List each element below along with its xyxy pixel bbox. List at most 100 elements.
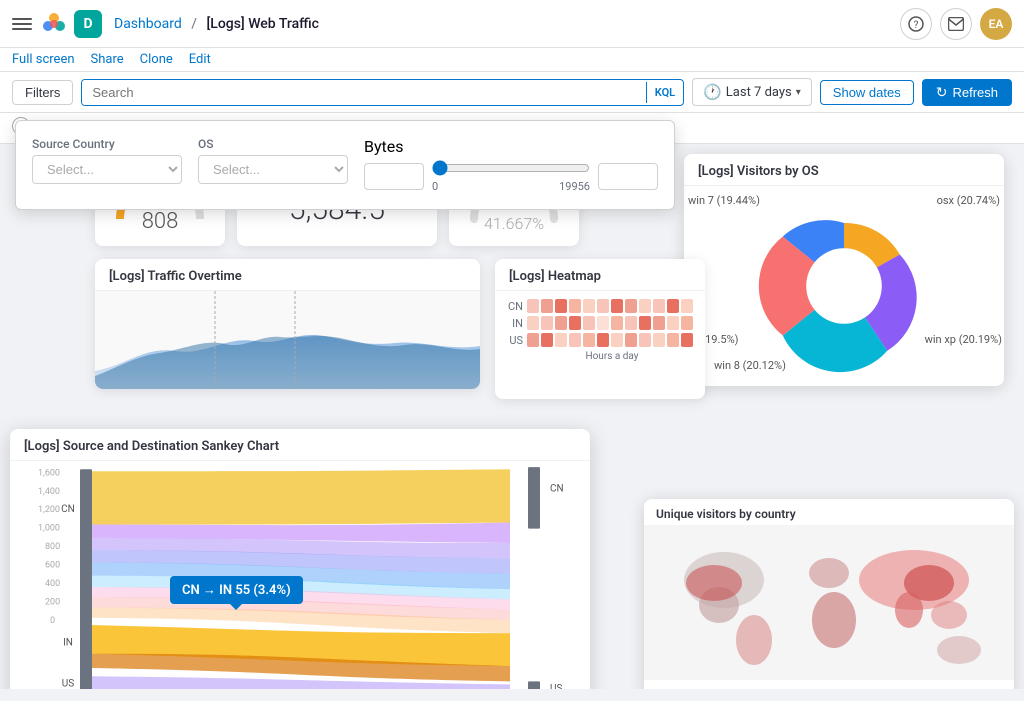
- os-label-osx: osx (20.74%): [937, 194, 1000, 207]
- os-field: OS Select...: [198, 137, 348, 184]
- sankey-title: [Logs] Source and Destination Sankey Cha…: [10, 429, 590, 461]
- svg-text:1,400: 1,400: [38, 487, 60, 497]
- heatmap-cell: [681, 333, 693, 347]
- filter-dropdown: Source Country Select... OS Select... By…: [15, 120, 675, 210]
- heatmap-cell: [569, 316, 581, 330]
- svg-text:800: 800: [45, 542, 60, 552]
- time-picker[interactable]: 🕐 Last 7 days ▾: [692, 78, 812, 106]
- traffic-chart-svg: [95, 291, 480, 389]
- heatmap-label-us: US: [507, 334, 523, 347]
- heatmap-row-in: IN: [507, 316, 693, 330]
- filter-fields-row: Source Country Select... OS Select... By…: [32, 137, 658, 193]
- gauge-percent-value: 41.667%: [484, 214, 544, 233]
- bytes-min-input[interactable]: [364, 163, 424, 190]
- app-icon[interactable]: D: [74, 10, 102, 38]
- donut-chart-svg: [744, 196, 944, 376]
- clock-icon: 🕐: [703, 83, 722, 101]
- mail-icon[interactable]: [940, 8, 972, 40]
- heatmap-cell: [583, 299, 595, 313]
- heatmap-cell: [639, 299, 651, 313]
- heatmap-label-cn: CN: [507, 300, 523, 313]
- heatmap-cell: [625, 316, 637, 330]
- heatmap-cell: [639, 316, 651, 330]
- heatmap-cell: [625, 333, 637, 347]
- kql-badge[interactable]: KQL: [646, 82, 683, 103]
- heatmap-cell: [597, 316, 609, 330]
- heatmap-row-us: US: [507, 333, 693, 347]
- heatmap-grid: CN IN: [495, 291, 705, 370]
- source-country-label: Source Country: [32, 137, 182, 151]
- heatmap-cell: [653, 333, 665, 347]
- heatmap-cell: [667, 299, 679, 313]
- avatar[interactable]: EA: [980, 8, 1012, 40]
- breadcrumb: Dashboard / [Logs] Web Traffic: [114, 16, 900, 32]
- bytes-max-input[interactable]: [598, 163, 658, 190]
- sankey-panel: [Logs] Source and Destination Sankey Cha…: [10, 429, 590, 689]
- heatmap-cell: [639, 333, 651, 347]
- heatmap-cell: [555, 333, 567, 347]
- os-select[interactable]: Select...: [198, 155, 348, 184]
- heatmap-cell: [583, 333, 595, 347]
- os-label-winxp: win xp (20.19%): [925, 333, 1002, 346]
- clone-link[interactable]: Clone: [140, 52, 173, 67]
- heatmap-cell: [527, 316, 539, 330]
- heatmap-row-cn: CN: [507, 299, 693, 313]
- heatmap-cell: [569, 299, 581, 313]
- heatmap-label-in: IN: [507, 317, 523, 330]
- sankey-chart-svg: 1,600 1,400 1,200 1,000 800 600 400 200 …: [10, 461, 590, 689]
- heatmap-cell: [625, 299, 637, 313]
- traffic-panel-title: [Logs] Traffic Overtime: [95, 259, 480, 291]
- svg-text:400: 400: [45, 579, 60, 589]
- search-input[interactable]: [82, 80, 645, 105]
- heatmap-cells-in: [527, 316, 693, 330]
- heatmap-cell: [653, 316, 665, 330]
- filters-button[interactable]: Filters: [12, 80, 73, 105]
- heatmap-cell: [541, 333, 553, 347]
- heatmap-cell: [667, 333, 679, 347]
- edit-link[interactable]: Edit: [189, 52, 211, 67]
- nav-icons: ? EA: [900, 8, 1012, 40]
- heatmap-title: [Logs] Heatmap: [495, 259, 705, 291]
- heatmap-cell: [541, 299, 553, 313]
- svg-text:0: 0: [50, 616, 55, 626]
- heatmap-cell: [611, 299, 623, 313]
- menu-icon[interactable]: [12, 14, 32, 34]
- chevron-down-icon: ▾: [796, 87, 801, 98]
- os-label-win8: win 8 (20.12%): [714, 359, 786, 372]
- heatmap-cell: [555, 299, 567, 313]
- svg-text:200: 200: [45, 597, 60, 607]
- heatmap-cells-cn: [527, 299, 693, 313]
- heatmap-cell: [555, 316, 567, 330]
- gauge-808-value: 808: [142, 209, 179, 234]
- heatmap-cell: [597, 299, 609, 313]
- share-link[interactable]: Share: [91, 52, 124, 67]
- svg-text:1,000: 1,000: [38, 524, 60, 534]
- svg-text:US: US: [62, 678, 74, 689]
- heatmap-cell: [667, 316, 679, 330]
- show-dates-button[interactable]: Show dates: [820, 80, 914, 105]
- fullscreen-link[interactable]: Full screen: [12, 52, 75, 67]
- source-country-select[interactable]: Select...: [32, 155, 182, 184]
- donut-container: win 7 (19.44%) osx (20.74%) win xp (20.1…: [684, 186, 1004, 386]
- svg-text:600: 600: [45, 561, 60, 571]
- svg-text:CN: CN: [61, 504, 75, 515]
- heatmap-cell: [583, 316, 595, 330]
- help-icon[interactable]: ?: [900, 8, 932, 40]
- refresh-button[interactable]: ↻ Refresh: [922, 79, 1012, 106]
- bytes-slider[interactable]: [432, 160, 590, 176]
- heatmap-x-label: Hours a day: [507, 351, 693, 362]
- heatmap-cell: [611, 316, 623, 330]
- sankey-chart-container: 1,600 1,400 1,200 1,000 800 600 400 200 …: [10, 461, 590, 689]
- heatmap-cell: [541, 316, 553, 330]
- heatmap-cell: [597, 333, 609, 347]
- filter-bar: Filters KQL 🕐 Last 7 days ▾ Show dates ↻…: [0, 72, 1024, 113]
- nav-bar: D Dashboard / [Logs] Web Traffic ? EA: [0, 0, 1024, 48]
- svg-text:1,200: 1,200: [38, 505, 60, 515]
- toolbar: Full screen Share Clone Edit: [0, 48, 1024, 72]
- svg-text:?: ?: [914, 20, 919, 31]
- traffic-overtime-panel: [Logs] Traffic Overtime: [95, 259, 480, 389]
- heatmap-cell: [611, 333, 623, 347]
- heatmap-cells-us: [527, 333, 693, 347]
- bytes-range-labels: 0 19956: [432, 180, 590, 193]
- heatmap-cell: [527, 333, 539, 347]
